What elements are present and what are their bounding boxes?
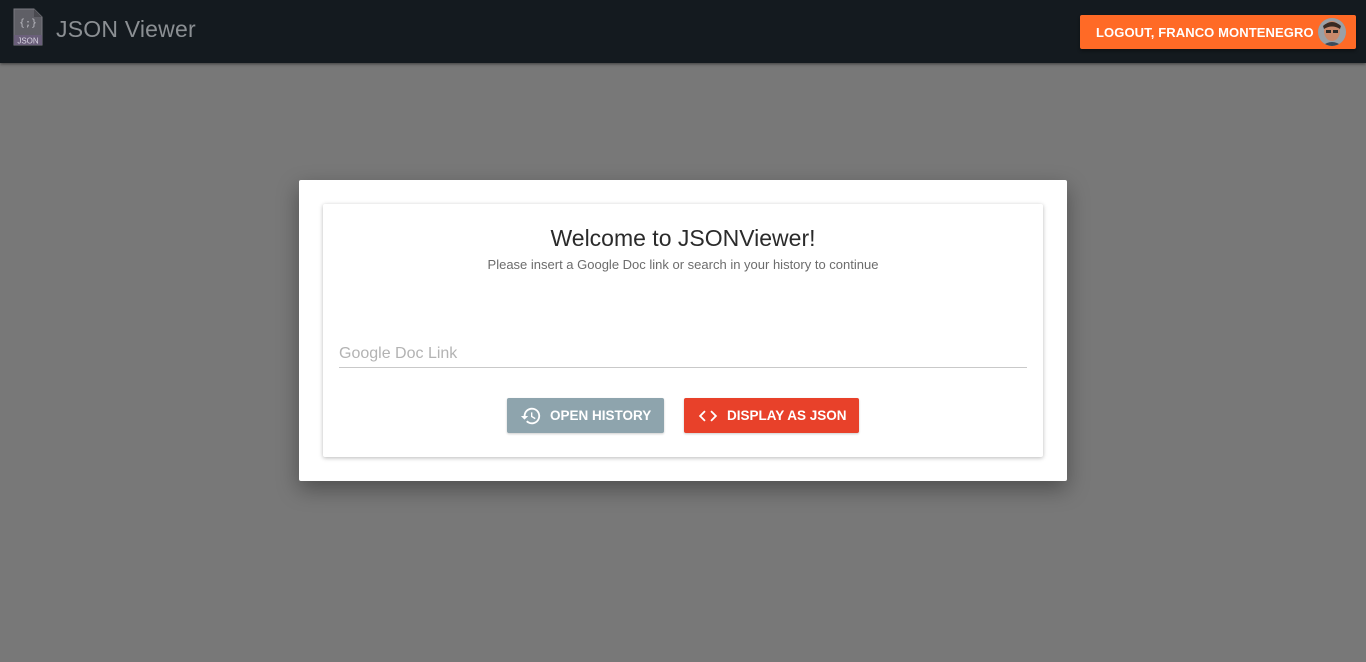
dialog-subtitle: Please insert a Google Doc link or searc… (487, 257, 879, 272)
app-header: {;} JSON JSON Viewer LOGOUT, FRANCO MONT… (0, 0, 1366, 63)
display-as-json-button[interactable]: DISPLAY AS JSON (684, 398, 859, 433)
welcome-card: Welcome to JSONViewer! Please insert a G… (323, 204, 1043, 457)
code-icon (697, 405, 719, 427)
open-history-button[interactable]: OPEN HISTORY (507, 398, 664, 433)
open-history-label: OPEN HISTORY (550, 408, 652, 423)
app-title: JSON Viewer (56, 16, 196, 42)
svg-text:JSON: JSON (17, 37, 39, 46)
logout-button[interactable]: LOGOUT, FRANCO MONTENEGRO (1080, 15, 1356, 49)
svg-text:{;}: {;} (19, 18, 37, 29)
json-file-icon: {;} JSON (12, 7, 44, 47)
avatar (1318, 18, 1346, 46)
welcome-dialog: Welcome to JSONViewer! Please insert a G… (299, 180, 1067, 481)
google-doc-link-input[interactable] (339, 340, 1027, 368)
dialog-title: Welcome to JSONViewer! (550, 225, 816, 251)
logout-label: LOGOUT, FRANCO MONTENEGRO (1096, 24, 1314, 40)
display-as-json-label: DISPLAY AS JSON (727, 408, 847, 423)
history-icon (520, 405, 542, 427)
